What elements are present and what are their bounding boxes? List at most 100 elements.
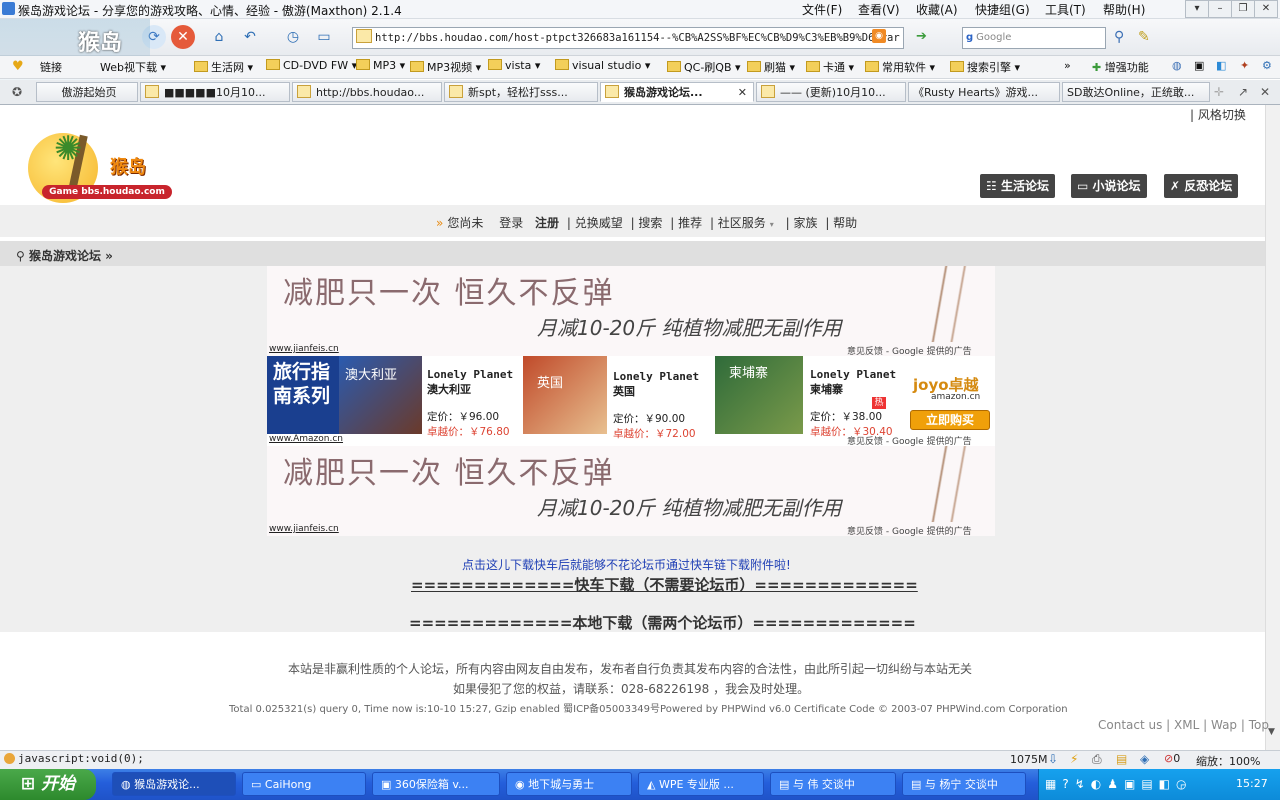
tab-spt[interactable]: 新spt，轻松打sss... [444, 82, 598, 102]
bookmark-life[interactable]: 生活网 ▾ [194, 59, 253, 75]
tab-houdao-url[interactable]: http://bbs.houdao... [292, 82, 442, 102]
task-chat-1[interactable]: ▤ 与 伟 交谈中 [770, 772, 896, 796]
tab-houdao-forum[interactable]: 猴岛游戏论坛... ✕ [600, 82, 754, 102]
nav-search[interactable]: | 搜索 [631, 216, 663, 230]
ad2-google[interactable]: 意见反馈 - Google 提供的广告 [847, 524, 972, 537]
print-icon[interactable]: ⎙ [1092, 752, 1102, 767]
forum-life-button[interactable]: ☷ 生活论坛 [980, 174, 1055, 198]
bookmark-shuamao[interactable]: 刷猫 ▾ [747, 59, 795, 75]
new-tab-icon[interactable]: ✛ [1214, 85, 1224, 99]
undo-icon[interactable]: ↶ [238, 25, 262, 49]
task-caihong[interactable]: ▭ CaiHong [242, 772, 366, 796]
scroll-down-icon[interactable]: ▼ [1268, 727, 1275, 737]
forum-cs-button[interactable]: ✗ 反恐论坛 [1164, 174, 1239, 198]
kuaiche-link[interactable]: 点击这儿下载快车后就能够不花论坛币通过快车链下载附件啦! [462, 556, 791, 573]
plugin-icon-5[interactable]: ⚙ [1262, 59, 1272, 72]
nav-family[interactable]: | 家族 [786, 216, 818, 230]
footer-contact-us[interactable]: Contact us [1098, 718, 1162, 732]
bookmark-mp3[interactable]: MP3 ▾ [356, 59, 405, 72]
forum-novel-button[interactable]: ▭ 小说论坛 [1071, 174, 1147, 198]
plugin-icon-2[interactable]: ▣ [1194, 59, 1204, 72]
menu-tools[interactable]: 工具(T) [1045, 1, 1086, 18]
search-input[interactable]: g Google [962, 27, 1106, 49]
task-wpe[interactable]: ◭ WPE 专业版 ... [638, 772, 764, 796]
task-360[interactable]: ▣ 360保险箱 v... [372, 772, 500, 796]
highlight-icon[interactable]: ✎ [1138, 29, 1150, 45]
menu-favorites[interactable]: 收藏(A) [916, 1, 958, 18]
footer-top[interactable]: Top [1249, 718, 1269, 732]
download-fast-link[interactable]: =============快车下载（不需要论坛币）============= [411, 574, 918, 595]
nav-recommend[interactable]: | 推荐 [670, 216, 702, 230]
zoom-level[interactable]: 缩放：100% [1196, 753, 1260, 769]
footer-xml[interactable]: XML [1174, 718, 1199, 732]
bookmark-cartoon[interactable]: 卡通 ▾ [806, 59, 854, 75]
download-icon[interactable]: ⇩ [1048, 752, 1058, 766]
task-chat-2[interactable]: ▤ 与 杨宁 交谈中 [902, 772, 1026, 796]
menu-groups[interactable]: 快捷组(G) [975, 1, 1030, 18]
more-bookmarks-icon[interactable]: » [1064, 59, 1071, 72]
home-icon[interactable]: ⌂ [207, 25, 231, 49]
plugin-button[interactable]: ✚ 增强功能 [1092, 59, 1149, 75]
download-local-link[interactable]: =============本地下载（需两个论坛币）============= [409, 612, 916, 633]
favorites-icon[interactable]: ♥ [12, 59, 24, 74]
ad2-caption[interactable]: www.jianfeis.cn [269, 524, 339, 534]
close-all-icon[interactable]: ✕ [1260, 85, 1270, 99]
close-tab-icon[interactable]: ✕ [738, 83, 747, 101]
ad-banner-1[interactable]: 减肥只一次 恒久不反弹 月减10-20斤 纯植物减肥无副作用 www.jianf… [267, 266, 995, 357]
history-icon[interactable]: ◷ [281, 25, 305, 49]
address-bar[interactable]: http://bbs.houdao.com/host-ptpct326683a1… [352, 27, 904, 49]
ad-banner-amazon[interactable]: 旅行指南系列 澳大利亚 Lonely Planet 澳大利亚 定价：￥96.00… [267, 356, 995, 447]
folder-icon[interactable]: ▤ [1116, 752, 1127, 766]
bookmark-qc[interactable]: QC-刷QB ▾ [667, 59, 741, 75]
bookmark-cd-dvd[interactable]: CD-DVD FW ▾ [266, 59, 357, 72]
menu-view[interactable]: 查看(V) [858, 1, 900, 18]
vertical-scrollbar[interactable]: ▼ [1265, 105, 1280, 750]
bookmark-software[interactable]: 常用软件 ▾ [865, 59, 935, 75]
bookmark-visual-studio[interactable]: visual studio ▾ [555, 59, 650, 72]
window-icon[interactable]: ▭ [312, 25, 336, 49]
plugin-icon-1[interactable]: ◍ [1172, 59, 1182, 72]
bookmark-search-engines[interactable]: 搜索引擎 ▾ [950, 59, 1020, 75]
tab-update[interactable]: —— (更新)10月10... [756, 82, 906, 102]
restore-button[interactable]: ❐ [1231, 0, 1255, 18]
chevron-down-icon[interactable]: ▾ [1185, 0, 1209, 18]
nav-login[interactable]: 登录 [499, 216, 523, 230]
buy-now-button[interactable]: 立即购买 [910, 410, 990, 430]
tab-start-page[interactable]: 傲游起始页 [36, 82, 138, 102]
popup-counter[interactable]: ⊘0 [1164, 752, 1180, 765]
ad1-caption[interactable]: www.jianfeis.cn [269, 344, 339, 354]
tab-sd-gundam[interactable]: SD敢达Online，正统敢... [1062, 82, 1210, 102]
search-icon[interactable]: ⚲ [1114, 29, 1124, 45]
tray-icons[interactable]: ▦?↯◐♟▣▤◧◶ [1045, 777, 1192, 791]
task-houdao[interactable]: ◍ 猴岛游戏论... [112, 772, 236, 796]
houdao-logo[interactable]: ✺ 猴岛 Game bbs.houdao.com [24, 125, 174, 205]
tab-oct10[interactable]: ■■■■■10月10... [140, 82, 290, 102]
tab-rusty-hearts[interactable]: 《Rusty Hearts》游戏... [908, 82, 1060, 102]
style-switch-link[interactable]: | 风格切换 [1190, 106, 1246, 123]
nav-register[interactable]: 注册 [535, 216, 559, 230]
footer-wap[interactable]: Wap [1211, 718, 1237, 732]
bookmark-mp3-video[interactable]: MP3视频 ▾ [410, 59, 481, 75]
start-button[interactable]: ⊞ 开始 [0, 769, 96, 800]
go-icon[interactable]: ➔ [916, 29, 927, 44]
nav-community[interactable]: | 社区服务 [710, 216, 766, 230]
breadcrumb[interactable]: ⚲ 猴岛游戏论坛 » [16, 247, 113, 264]
close-window-button[interactable]: ✕ [1254, 0, 1278, 18]
menu-file[interactable]: 文件(F) [802, 1, 842, 18]
ad-banner-2[interactable]: 减肥只一次 恒久不反弹 月减10-20斤 纯植物减肥无副作用 www.jianf… [267, 446, 995, 537]
amazon-caption[interactable]: www.Amazon.cn [269, 434, 343, 444]
stop-icon[interactable]: ✕ [171, 25, 195, 49]
layers-icon[interactable]: ◈ [1140, 752, 1149, 766]
flash-icon[interactable]: ⚡ [1070, 752, 1078, 766]
tab-list-icon[interactable]: ↗ [1238, 85, 1248, 99]
menu-help[interactable]: 帮助(H) [1103, 1, 1145, 18]
nav-help[interactable]: | 帮助 [825, 216, 857, 230]
tab-menu-icon[interactable]: ✪ [12, 85, 22, 99]
plugin-icon-3[interactable]: ◧ [1216, 59, 1226, 72]
task-dnf[interactable]: ◉ 地下城与勇士 [506, 772, 632, 796]
minimize-button[interactable]: – [1208, 0, 1232, 18]
plugin-icon-4[interactable]: ✦ [1240, 59, 1249, 72]
bookmark-vista[interactable]: vista ▾ [488, 59, 540, 72]
bookmark-web-download[interactable]: Web视下载 ▾ [100, 59, 166, 75]
bookmark-links[interactable]: 链接 [40, 59, 62, 75]
